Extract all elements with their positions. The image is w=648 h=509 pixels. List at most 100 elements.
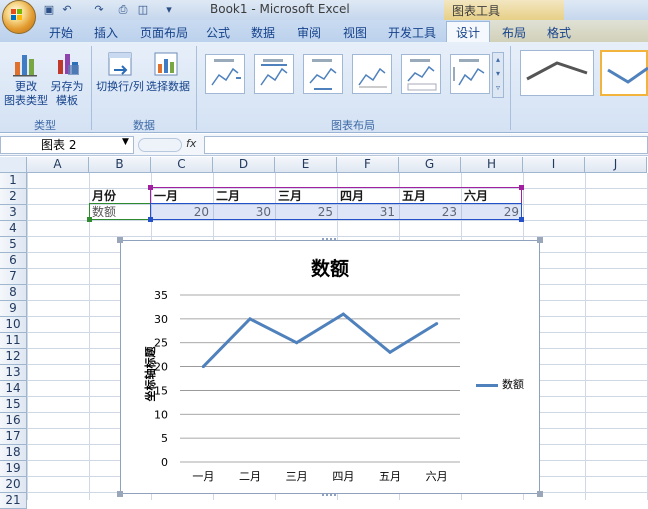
tab-page-layout[interactable]: 页面布局 <box>140 24 188 41</box>
chart-style-1[interactable] <box>520 50 594 96</box>
y-tick-label: 35 <box>154 289 168 302</box>
series-line <box>202 312 438 368</box>
style-preview-icon <box>607 66 648 84</box>
x-tick-label: 六月 <box>426 470 448 483</box>
row-header[interactable]: 9 <box>0 301 27 317</box>
tab-review[interactable]: 审阅 <box>297 24 321 41</box>
switch-row-column-button[interactable]: 切换行/列 <box>94 80 146 94</box>
layout-preview-icon <box>407 59 437 91</box>
tab-developer[interactable]: 开发工具 <box>388 24 436 41</box>
group-divider <box>510 46 511 130</box>
legend-entry[interactable]: 数额 <box>502 376 524 392</box>
row-header[interactable]: 12 <box>0 349 27 365</box>
row-header[interactable]: 10 <box>0 317 27 333</box>
customize-qat-icon[interactable]: ▾ <box>162 3 176 17</box>
style-preview-icon <box>526 61 588 81</box>
redo-icon[interactable]: ↷ <box>92 3 106 17</box>
gallery-scroll[interactable]: ▴ ▾ ▿ <box>492 52 504 98</box>
layout-preview-icon <box>309 59 337 90</box>
plot-area[interactable]: 0 5 10 15 20 25 30 35 一月 二月 三月 四月 五月 六月 <box>120 240 540 494</box>
row-header[interactable]: 18 <box>0 445 27 461</box>
tab-home[interactable]: 开始 <box>49 24 73 41</box>
data-point <box>341 312 345 316</box>
name-box-dropdown-icon[interactable]: ▼ <box>122 137 129 147</box>
range-handle[interactable] <box>519 185 524 190</box>
row-header[interactable]: 4 <box>0 221 27 237</box>
tab-insert[interactable]: 插入 <box>94 24 118 41</box>
row-header[interactable]: 17 <box>0 429 27 445</box>
layout-preview-icon <box>358 67 387 88</box>
insert-function-icon[interactable]: fx <box>186 137 200 151</box>
row-header[interactable]: 13 <box>0 365 27 381</box>
range-handle[interactable] <box>87 217 92 222</box>
name-box[interactable]: 图表 2 <box>0 136 134 154</box>
undo-icon[interactable]: ↶ <box>60 3 74 17</box>
tab-formulas[interactable]: 公式 <box>206 24 230 41</box>
data-point <box>201 365 205 369</box>
series-name-range-highlight <box>89 203 151 220</box>
row-header[interactable]: 8 <box>0 285 27 301</box>
row-header[interactable]: 14 <box>0 381 27 397</box>
chart-tools-label: 图表工具 <box>452 4 501 18</box>
column-header[interactable]: E <box>275 157 337 173</box>
change-chart-type-button[interactable]: 更改 图表类型 <box>4 80 48 108</box>
row-header[interactable]: 1 <box>0 173 27 189</box>
select-data-button[interactable]: 选择数据 <box>146 80 190 94</box>
column-header[interactable]: H <box>461 157 523 173</box>
chart-layout-5[interactable] <box>401 54 441 94</box>
row-header[interactable]: 11 <box>0 333 27 349</box>
formula-bar-splitter[interactable] <box>138 138 182 152</box>
save-icon[interactable]: ▣ <box>42 3 56 17</box>
chart-layout-6[interactable] <box>450 54 490 94</box>
chart-layout-2[interactable] <box>254 54 294 94</box>
range-handle[interactable] <box>148 217 153 222</box>
row-header[interactable]: 3 <box>0 205 27 221</box>
formula-input[interactable] <box>204 136 648 154</box>
row-header[interactable]: 7 <box>0 269 27 285</box>
chart-layout-3[interactable] <box>303 54 343 94</box>
y-tick-label: 30 <box>154 313 168 326</box>
range-handle[interactable] <box>519 217 524 222</box>
column-header[interactable]: I <box>523 157 585 173</box>
tab-design[interactable]: 设计 <box>456 24 480 41</box>
column-header[interactable]: B <box>89 157 151 173</box>
tab-layout[interactable]: 布局 <box>502 24 526 41</box>
row-header[interactable]: 2 <box>0 189 27 205</box>
chart-layout-1[interactable] <box>205 54 245 94</box>
row-header[interactable]: 20 <box>0 477 27 493</box>
print-icon[interactable]: ⎙ <box>116 3 130 17</box>
switch-row-column-icon <box>108 52 132 76</box>
row-header[interactable]: 5 <box>0 237 27 253</box>
row-header[interactable]: 6 <box>0 253 27 269</box>
y-tick-label: 25 <box>154 337 168 350</box>
y-tick-label: 15 <box>154 384 168 397</box>
tab-view[interactable]: 视图 <box>343 24 367 41</box>
category-range-highlight <box>150 187 522 204</box>
cell-b2[interactable]: 月份 <box>92 188 116 204</box>
tab-data[interactable]: 数据 <box>251 24 275 41</box>
y-tick-label: 5 <box>161 432 168 445</box>
save-as-template-icon <box>58 54 79 75</box>
range-handle[interactable] <box>148 185 153 190</box>
y-tick-label: 0 <box>161 456 168 469</box>
column-header[interactable]: F <box>337 157 399 173</box>
chart-layout-4[interactable] <box>352 54 392 94</box>
row-header[interactable]: 19 <box>0 461 27 477</box>
save-as-template-button[interactable]: 另存为 模板 <box>48 80 86 108</box>
tab-format[interactable]: 格式 <box>547 24 571 41</box>
office-logo-icon <box>11 9 22 20</box>
values-range-highlight <box>150 203 522 220</box>
select-all-corner[interactable] <box>0 157 27 173</box>
row-header[interactable]: 16 <box>0 413 27 429</box>
column-header[interactable]: D <box>213 157 275 173</box>
preview-icon[interactable]: ◫ <box>136 3 150 17</box>
column-header[interactable]: C <box>151 157 213 173</box>
select-data-icon <box>154 52 178 76</box>
column-header[interactable]: G <box>399 157 461 173</box>
row-header[interactable]: 21 <box>0 493 27 509</box>
x-tick-label: 三月 <box>286 470 308 483</box>
row-header[interactable]: 15 <box>0 397 27 413</box>
column-header[interactable]: J <box>585 157 647 173</box>
chart-style-2[interactable] <box>600 50 648 96</box>
column-header[interactable]: A <box>27 157 89 173</box>
